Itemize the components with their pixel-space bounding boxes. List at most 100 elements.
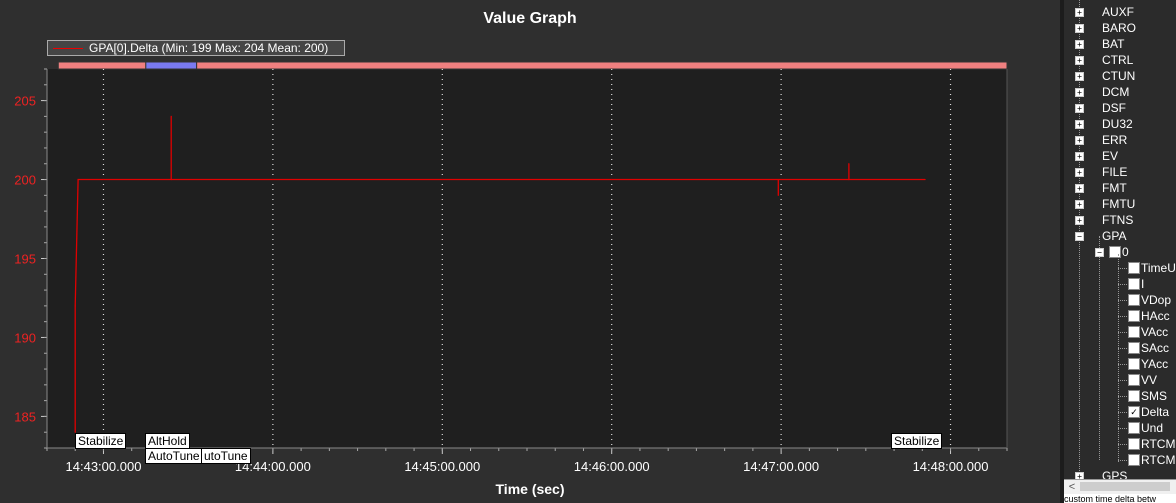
graph-panel: Value Graph 14:43:00.000 14:44:00.000 14:4… [0,0,1060,503]
field-sms[interactable]: SMS [1141,388,1167,404]
expand-icon[interactable]: + [1075,40,1084,49]
collapse-icon[interactable]: − [1075,232,1084,241]
checkbox[interactable] [1128,262,1140,274]
field-rtcmf[interactable]: RTCMF [1141,436,1176,452]
field-i[interactable]: I [1141,276,1144,292]
field-timeus[interactable]: TimeUS [1141,260,1176,276]
tree-connector [1118,284,1127,285]
legend-label: GPA[0].Delta (Min: 199 Max: 204 Mean: 20… [89,41,329,55]
x-tick-label-5: 14:48:00.000 [913,459,989,474]
checkbox[interactable] [1128,278,1140,290]
checkbox[interactable] [1128,326,1140,338]
checkbox[interactable] [1128,454,1140,466]
checkbox[interactable] [1128,438,1140,450]
expand-icon[interactable]: + [1075,168,1084,177]
tree-connector [1118,348,1127,349]
tree-item-auxf[interactable]: AUXF [1102,4,1134,20]
tree-item-bat[interactable]: BAT [1102,36,1124,52]
tree-connector [1118,444,1127,445]
x-tick-label-0: 14:43:00.000 [66,459,142,474]
expand-icon[interactable]: + [1075,184,1084,193]
mode-label-stabilize-end: Stabilize [891,433,943,449]
checked-checkbox[interactable]: ✓ [1128,406,1140,418]
expand-icon[interactable]: + [1075,88,1084,97]
tree-item-gpa[interactable]: GPA [1102,228,1126,244]
expand-icon[interactable]: + [1075,216,1084,225]
checkbox[interactable] [1128,310,1140,322]
expand-icon[interactable]: + [1075,120,1084,129]
tree-item-ftns[interactable]: FTNS [1102,212,1133,228]
chart-legend[interactable]: GPA[0].Delta (Min: 199 Max: 204 Mean: 20… [47,40,345,56]
data-point [777,178,779,181]
tree-connector [1118,300,1127,301]
expand-icon[interactable]: + [1075,24,1084,33]
field-tree[interactable]: + AUXF + BARO + BAT + CTRL + CTUN + DCM + DSF + DU32 + ER… [1064,0,1176,503]
field-vacc[interactable]: VAcc [1141,324,1168,340]
tree-item-err[interactable]: ERR [1102,132,1127,148]
y-tick-label-0: 205 [14,94,36,109]
tree-connector [1118,428,1127,429]
line-chart[interactable]: 14:43:00.000 14:44:00.000 14:45:00.000 14:4… [0,0,1060,503]
tree-connector [1118,364,1127,365]
tree-connector [1118,412,1127,413]
field-und[interactable]: Und [1141,420,1163,436]
field-vdop[interactable]: VDop [1141,292,1171,308]
scrollbar-thumb[interactable] [1080,482,1170,491]
tree-item-ctrl[interactable]: CTRL [1102,52,1133,68]
tree-connector [1118,316,1127,317]
checkbox[interactable] [1128,374,1140,386]
checkbox[interactable] [1128,390,1140,402]
field-hacc[interactable]: HAcc [1141,308,1170,324]
checkbox[interactable] [1128,294,1140,306]
field-rtcmf[interactable]: RTCMF [1141,452,1176,468]
data-point [848,178,850,181]
expand-icon[interactable]: + [1075,104,1084,113]
x-axis-title: Time (sec) [495,481,565,497]
tree-item-file[interactable]: FILE [1102,164,1127,180]
checkbox[interactable] [1128,358,1140,370]
tree-item-ev[interactable]: EV [1102,148,1118,164]
tree-item-dcm[interactable]: DCM [1102,84,1129,100]
expand-icon[interactable]: + [1075,8,1084,17]
tree-connector [1118,332,1127,333]
tree-item-du32[interactable]: DU32 [1102,116,1133,132]
tree-item-instance[interactable]: 0 [1122,244,1129,260]
data-point [77,178,79,181]
y-tick-label-1: 200 [14,173,36,188]
legend-swatch [53,48,83,50]
x-tick-label-2: 14:45:00.000 [404,459,480,474]
expand-icon[interactable]: + [1075,56,1084,65]
data-point [924,178,926,181]
expand-icon[interactable]: + [1075,72,1084,81]
tree-item-fmt[interactable]: FMT [1102,180,1127,196]
data-point [74,305,76,307]
mode-label-stabilize-start: Stabilize [75,433,127,449]
data-point [777,194,779,196]
mode-band-2 [196,61,1008,70]
horizontal-scrollbar[interactable]: < [1064,479,1176,494]
tree-item-dsf[interactable]: DSF [1102,100,1126,116]
field-delta[interactable]: Delta [1141,404,1169,420]
expand-icon[interactable]: + [1075,152,1084,161]
tree-item-fmtu[interactable]: FMTU [1102,196,1135,212]
expand-icon[interactable]: + [1075,136,1084,145]
tree-connector [1118,268,1127,269]
expand-icon[interactable]: + [1075,200,1084,209]
field-sacc[interactable]: SAcc [1141,340,1169,356]
checkbox[interactable] [1128,342,1140,354]
field-vv[interactable]: VV [1141,372,1157,388]
data-point [848,163,850,165]
checkbox[interactable] [1109,246,1121,258]
scroll-left-arrow-icon[interactable]: < [1066,480,1078,494]
data-point [170,115,172,117]
x-tick-label-4: 14:47:00.000 [743,459,819,474]
collapse-icon[interactable]: − [1095,248,1104,257]
mode-label-autotune: AutoTune [145,448,203,464]
tree-connector [1118,254,1119,462]
x-tick-label-3: 14:46:00.000 [574,459,650,474]
mode-band-0 [57,61,147,70]
field-yacc[interactable]: YAcc [1141,356,1168,372]
tree-item-baro[interactable]: BARO [1102,20,1136,36]
tree-item-ctun[interactable]: CTUN [1102,68,1135,84]
checkbox[interactable] [1128,422,1140,434]
